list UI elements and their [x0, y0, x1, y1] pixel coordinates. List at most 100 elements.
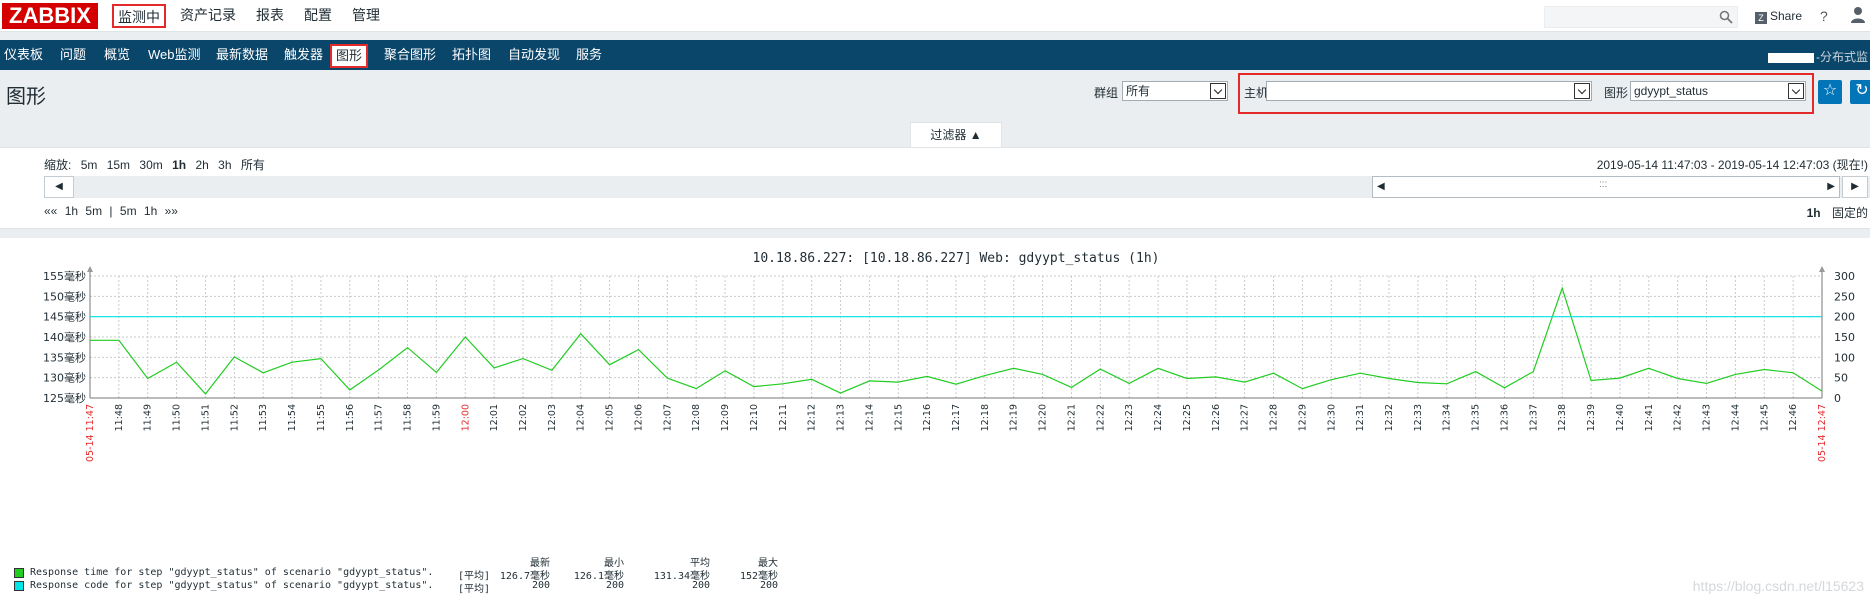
x-tick-label: 12:14 [864, 404, 875, 431]
x-tick-label: 12:23 [1124, 404, 1135, 431]
subnav-screens[interactable]: 聚合图形 [384, 46, 436, 66]
subnav-overview[interactable]: 概览 [104, 46, 130, 66]
group-select[interactable]: 所有 [1122, 81, 1228, 101]
x-tick-label: 11:58 [403, 404, 414, 431]
subnav-web[interactable]: Web监测 [148, 46, 201, 66]
server-name: -分布式监 [1768, 48, 1868, 65]
fixed-toggle[interactable]: 固定的 [1832, 206, 1868, 220]
zoom-2h[interactable]: 2h [195, 158, 208, 172]
x-tick-label: 11:49 [143, 404, 154, 431]
timeline-forward-button[interactable]: ▶ [1842, 176, 1868, 198]
legend-last: 200 [531, 580, 550, 591]
step-fwd-5m[interactable]: 5m [120, 204, 137, 218]
x-tick-label: 12:12 [807, 404, 818, 431]
x-tick-label: 12:36 [1499, 404, 1510, 431]
subnav-graphs[interactable]: 图形 [330, 44, 369, 68]
drag-handle-icon[interactable]: ::: [1599, 179, 1607, 190]
zoom-15m[interactable]: 15m [107, 158, 130, 172]
x-tick-label: 12:05 [605, 404, 616, 431]
timeline-back-button[interactable]: ◀ [44, 176, 74, 198]
x-tick-label: 11:52 [229, 404, 240, 431]
host-label: 主机 [1244, 86, 1269, 100]
x-tick-label: 11:53 [258, 404, 269, 431]
x-tick-label: 12:30 [1326, 404, 1337, 431]
timeline-scrollbar[interactable]: ◀ ::: ▶ [1372, 176, 1840, 198]
legend-avg: 200 [691, 580, 710, 591]
x-tick-label: 12:31 [1355, 404, 1366, 431]
zoom-1h[interactable]: 1h [172, 158, 186, 172]
x-tick-label: 11:59 [431, 404, 442, 431]
redaction-block [1768, 52, 1814, 63]
step-fwd-all[interactable]: »» [165, 204, 178, 218]
y-right-tick-label: 300 [1834, 270, 1855, 283]
search-icon[interactable] [1719, 10, 1733, 24]
x-tick-label: 12:17 [951, 404, 962, 431]
y-left-tick-label: 155毫秒 [43, 269, 86, 283]
scroll-left-icon[interactable]: ◀ [1377, 181, 1385, 192]
period-controls: 1h 固定的 [1807, 204, 1868, 221]
sub-navigation: 仪表板 问题 概览 Web监测 最新数据 触发器 图形 聚合图形 拓扑图 自动发… [0, 40, 1870, 70]
x-tick-label: 12:26 [1211, 404, 1222, 431]
x-tick-label: 12:28 [1269, 404, 1280, 431]
step-back-1h[interactable]: 1h [65, 204, 78, 218]
x-tick-label: 12:16 [922, 404, 933, 431]
refresh-icon: ↻ [1855, 82, 1869, 99]
share-button[interactable]: Z Share [1755, 9, 1802, 24]
x-tick-label: 12:19 [1009, 404, 1020, 431]
graph-canvas[interactable]: 155毫秒 300 150毫秒 250 145毫秒 200 140毫秒 150 135毫秒 100… [0, 238, 1870, 600]
menu-configuration[interactable]: 配置 [304, 4, 332, 28]
zoom-5m[interactable]: 5m [81, 158, 98, 172]
subnav-triggers[interactable]: 触发器 [284, 46, 323, 66]
help-icon[interactable]: ? [1820, 8, 1828, 24]
step-row: «« 1h 5m | 5m 1h »» [44, 204, 182, 218]
subnav-services[interactable]: 服务 [576, 46, 602, 66]
menu-monitoring[interactable]: 监测中 [112, 4, 166, 28]
step-back-5m[interactable]: 5m [85, 204, 102, 218]
x-tick-label: 12:13 [836, 404, 847, 431]
subnav-dashboard[interactable]: 仪表板 [4, 46, 43, 66]
step-fwd-1h[interactable]: 1h [144, 204, 157, 218]
x-tick-label: 12:45 [1759, 404, 1770, 431]
graph-select[interactable]: gdyypt_status [1630, 81, 1806, 101]
star-icon: ☆ [1822, 82, 1838, 99]
filter-tab[interactable]: 过滤器 ▲ [910, 122, 1002, 148]
legend-fn: [平均] [458, 584, 491, 595]
menu-reports[interactable]: 报表 [256, 4, 284, 28]
x-tick-label: 12:34 [1442, 404, 1453, 431]
host-select[interactable] [1266, 81, 1592, 101]
x-tick-label: 12:35 [1471, 404, 1482, 431]
x-tick-label: 12:27 [1240, 404, 1251, 431]
top-bar: ZABBIX 监测中 资产记录 报表 配置 管理 Z Share ? [0, 0, 1870, 32]
favorite-button[interactable]: ☆ [1818, 80, 1842, 104]
menu-inventory[interactable]: 资产记录 [180, 4, 236, 28]
step-divider: | [109, 204, 113, 218]
menu-administration[interactable]: 管理 [352, 4, 380, 28]
legend-header-row: 最新 最小 平均 最大 [14, 554, 914, 569]
subnav-discovery[interactable]: 自动发现 [508, 46, 560, 66]
subnav-problems[interactable]: 问题 [60, 46, 86, 66]
x-start-label: 05-14 11:47 [85, 404, 96, 462]
search-input[interactable] [1544, 6, 1738, 28]
x-tick-label: 12:46 [1788, 404, 1799, 431]
legend-row-response-time: Response time for step "gdyypt_status" o… [14, 567, 914, 582]
refresh-button[interactable]: ↻ [1850, 80, 1870, 104]
zoom-all[interactable]: 所有 [241, 158, 265, 172]
step-back-all[interactable]: «« [44, 204, 57, 218]
x-tick-label: 12:44 [1730, 404, 1741, 431]
zabbix-logo[interactable]: ZABBIX [2, 3, 98, 29]
zoom-30m[interactable]: 30m [139, 158, 162, 172]
x-tick-label: 12:10 [749, 404, 760, 431]
x-tick-label: 11:51 [200, 404, 211, 431]
axis-arrow-icon [87, 266, 93, 272]
zoom-3h[interactable]: 3h [218, 158, 231, 172]
y-right-tick-label: 150 [1834, 331, 1855, 344]
x-tick-label: 11:57 [374, 404, 385, 431]
x-tick-label: 12:11 [778, 404, 789, 431]
page-title: 图形 [6, 86, 46, 108]
subnav-latest-data[interactable]: 最新数据 [216, 46, 268, 66]
x-tick-label: 11:56 [345, 404, 356, 431]
subnav-maps[interactable]: 拓扑图 [452, 46, 491, 66]
scroll-right-icon[interactable]: ▶ [1827, 181, 1835, 192]
y-right-tick-label: 0 [1834, 392, 1841, 405]
user-icon[interactable] [1850, 6, 1866, 24]
